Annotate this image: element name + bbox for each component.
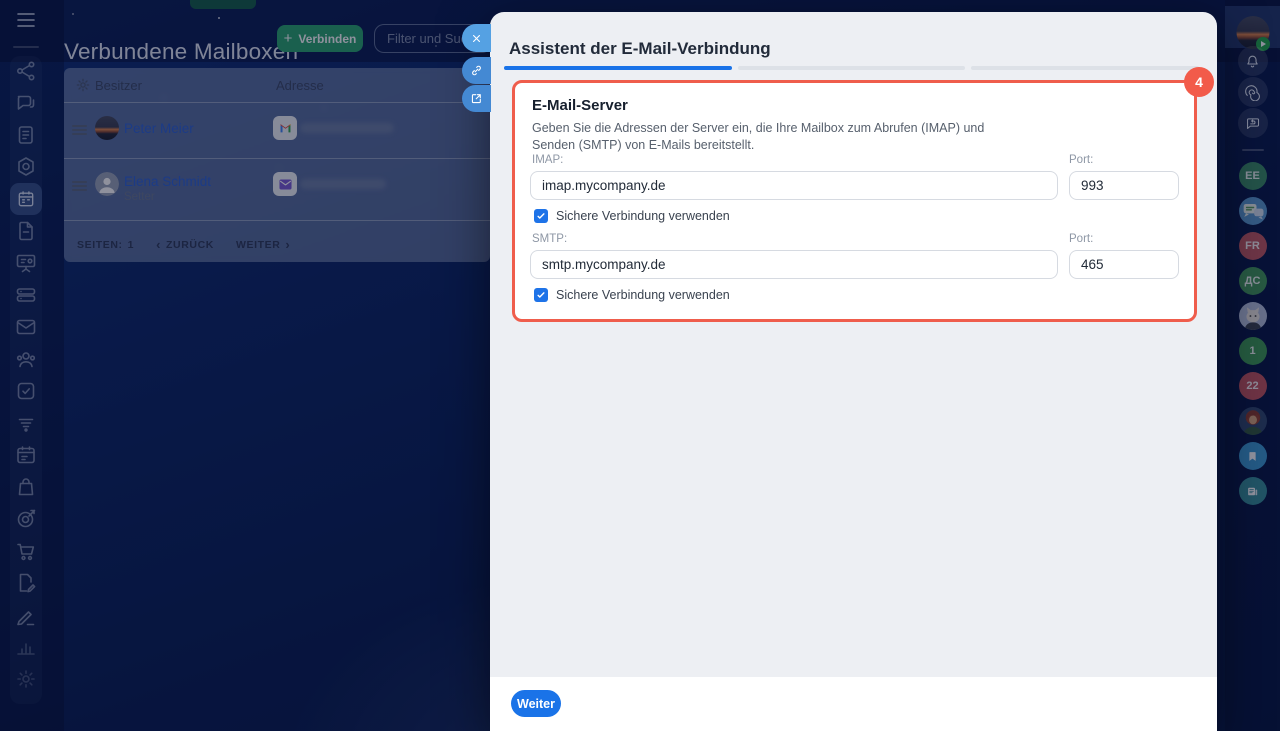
description-line-2: Senden (SMTP) von E-Mails bereitstellt.	[532, 137, 755, 152]
progress-step-1	[504, 66, 732, 70]
smtp-server-input[interactable]	[530, 250, 1058, 279]
copy-link-button[interactable]	[462, 57, 491, 84]
description-line-1: Geben Sie die Adressen der Server ein, d…	[532, 121, 985, 135]
next-button[interactable]: Weiter	[511, 690, 561, 717]
imap-label: IMAP:	[532, 154, 564, 166]
progress-step-2	[737, 66, 966, 70]
checkbox-checked-icon[interactable]	[534, 209, 548, 223]
email-connection-wizard-modal: Assistent der E-Mail-Verbindung 4 E-Mail…	[462, 12, 1217, 731]
open-external-button[interactable]	[462, 85, 491, 112]
external-link-icon	[471, 94, 481, 104]
close-icon	[472, 34, 481, 42]
smtp-secure-label: Sichere Verbindung verwenden	[556, 288, 730, 302]
smtp-port-label: Port:	[1069, 233, 1094, 245]
link-icon	[472, 65, 481, 76]
modal-title: Assistent der E-Mail-Verbindung	[509, 39, 771, 58]
progress-step-3	[971, 66, 1200, 70]
section-heading: E-Mail-Server	[532, 97, 628, 114]
section-description: Geben Sie die Adressen der Server ein, d…	[532, 120, 984, 154]
imap-port-input[interactable]	[1069, 171, 1179, 200]
screen: Verbundene Mailboxen + Verbinden Besitze…	[0, 0, 1280, 731]
imap-port-label: Port:	[1069, 154, 1094, 166]
modal-footer: Weiter	[490, 677, 1217, 731]
close-button[interactable]	[462, 24, 491, 52]
highlighted-server-section: E-Mail-Server Geben Sie die Adressen der…	[512, 80, 1197, 322]
smtp-label: SMTP:	[532, 233, 568, 245]
imap-secure-checkbox-row: Sichere Verbindung verwenden	[534, 209, 730, 223]
wizard-progress	[504, 66, 1200, 70]
smtp-port-input[interactable]	[1069, 250, 1179, 279]
checkbox-checked-icon[interactable]	[534, 288, 548, 302]
imap-secure-label: Sichere Verbindung verwenden	[556, 209, 730, 223]
smtp-secure-checkbox-row: Sichere Verbindung verwenden	[534, 288, 730, 302]
imap-server-input[interactable]	[530, 171, 1058, 200]
highlight-step-badge: 4	[1184, 67, 1214, 97]
